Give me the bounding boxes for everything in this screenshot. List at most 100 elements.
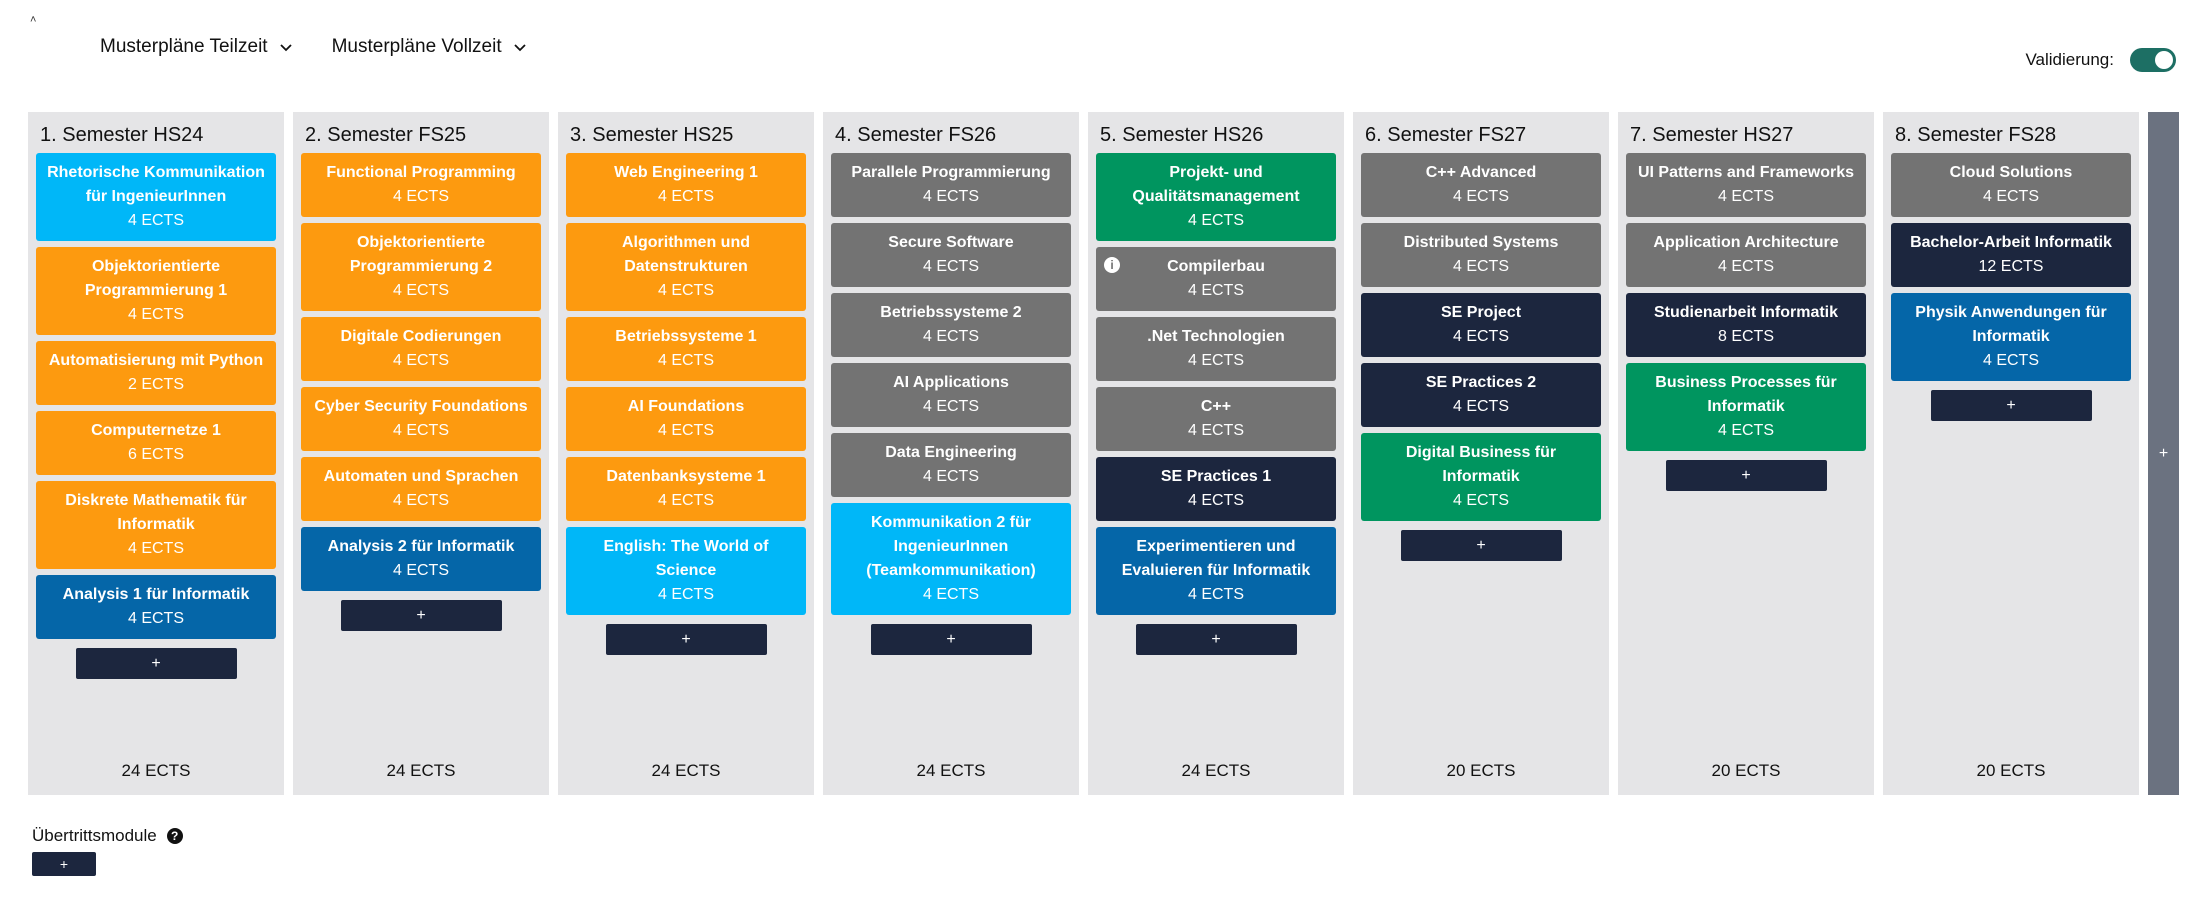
semester-title: 5. Semester HS26 [1100, 124, 1264, 146]
module-card[interactable]: C++ Advanced 4 ECTS [1361, 153, 1601, 217]
module-card[interactable]: Bachelor-Arbeit Informatik 12 ECTS [1891, 223, 2131, 287]
validation-control: Validierung: [2025, 48, 2176, 72]
module-card[interactable]: Functional Programming 4 ECTS [301, 153, 541, 217]
module-name: SE Practices 2 [1425, 374, 1537, 391]
module-card[interactable]: Data Engineering 4 ECTS [831, 433, 1071, 497]
module-card[interactable]: Application Architecture 4 ECTS [1626, 223, 1866, 287]
add-module-button[interactable]: + [605, 624, 767, 655]
module-card[interactable]: Computernetze 1 6 ECTS [36, 411, 276, 475]
module-list: Functional Programming 4 ECTS Objektorient… [301, 153, 541, 591]
module-card[interactable]: Parallele Programmierung 4 ECTS [831, 153, 1071, 217]
module-card[interactable]: Algorithmen und Datenstrukturen 4 ECTS [566, 223, 806, 311]
help-icon[interactable]: ? [166, 828, 183, 844]
module-card[interactable]: English: The World of Science 4 ECTS [566, 527, 806, 615]
module-card[interactable]: Physik Anwendungen für Informatik 4 ECTS [1891, 293, 2131, 381]
module-card[interactable]: Rhetorische Kommunikation für IngenieurI… [36, 153, 276, 241]
module-name: Betriebssysteme 2 [880, 304, 1022, 321]
module-name: Physik Anwendungen für Informatik [1915, 304, 2107, 345]
module-card[interactable]: Projekt- und Qualitätsmanagement 4 ECTS [1096, 153, 1336, 241]
module-card[interactable]: C++ 4 ECTS [1096, 387, 1336, 451]
module-name: Business Processes für Informatik [1655, 374, 1837, 415]
module-ects: 4 ECTS [1452, 492, 1509, 509]
module-card[interactable]: AI Applications 4 ECTS [831, 363, 1071, 427]
module-ects: 4 ECTS [657, 586, 714, 603]
module-card[interactable]: Cloud Solutions 4 ECTS [1891, 153, 2131, 217]
validation-toggle[interactable] [2130, 48, 2176, 72]
module-name: Distributed Systems [1403, 234, 1559, 251]
module-card[interactable]: Objektorientierte Programmierung 1 4 ECTS [36, 247, 276, 335]
add-semester-button[interactable]: + [2148, 112, 2179, 795]
module-card[interactable]: Datenbanksysteme 1 4 ECTS [566, 457, 806, 521]
add-module-button[interactable]: + [1930, 390, 2092, 421]
module-card[interactable]: Digitale Codierungen 4 ECTS [301, 317, 541, 381]
module-name: Parallele Programmierung [851, 164, 1051, 181]
module-card[interactable]: Betriebssysteme 1 4 ECTS [566, 317, 806, 381]
module-card[interactable]: Secure Software 4 ECTS [831, 223, 1071, 287]
module-name: Diskrete Mathematik für Informatik [65, 492, 247, 533]
module-card[interactable]: UI Patterns and Frameworks 4 ECTS [1626, 153, 1866, 217]
semester-title: 1. Semester HS24 [40, 124, 204, 146]
module-card[interactable]: Analysis 2 für Informatik 4 ECTS [301, 527, 541, 591]
collapse-caret-icon[interactable]: ˄ [30, 14, 36, 26]
module-name: Functional Programming [326, 164, 516, 181]
module-card[interactable]: Digital Business für Informatik 4 ECTS [1361, 433, 1601, 521]
add-module-button[interactable]: + [870, 624, 1032, 655]
module-card[interactable]: Betriebssysteme 2 4 ECTS [831, 293, 1071, 357]
module-ects: 4 ECTS [1982, 188, 2039, 205]
module-card[interactable]: Studienarbeit Informatik 8 ECTS [1626, 293, 1866, 357]
module-list: C++ Advanced 4 ECTS Distributed Systems 4 E… [1361, 153, 1601, 521]
semester-ects-total: 24 ECTS [651, 761, 721, 780]
module-card[interactable]: SE Practices 1 4 ECTS [1096, 457, 1336, 521]
module-ects: 4 ECTS [657, 352, 714, 369]
semester-title: 6. Semester FS27 [1365, 124, 1527, 146]
module-card[interactable]: .Net Technologien 4 ECTS [1096, 317, 1336, 381]
module-name: Application Architecture [1653, 234, 1839, 251]
module-ects: 4 ECTS [1452, 328, 1509, 345]
module-card[interactable]: Distributed Systems 4 ECTS [1361, 223, 1601, 287]
module-list: Projekt- und Qualitätsmanagement 4 ECTS i C… [1096, 153, 1336, 615]
module-card[interactable]: i Compilerbau 4 ECTS [1096, 247, 1336, 311]
module-card[interactable]: SE Project 4 ECTS [1361, 293, 1601, 357]
module-card[interactable]: Objektorientierte Programmierung 2 4 ECTS [301, 223, 541, 311]
module-name: Digital Business für Informatik [1405, 444, 1557, 485]
semester-title: 3. Semester HS25 [570, 124, 734, 146]
module-card[interactable]: Web Engineering 1 4 ECTS [566, 153, 806, 217]
semester-ects-total: 24 ECTS [386, 761, 456, 780]
module-name: AI Applications [893, 374, 1009, 391]
info-icon[interactable]: i [1104, 257, 1120, 273]
module-ects: 4 ECTS [1187, 586, 1244, 603]
module-card[interactable]: Automatisierung mit Python 2 ECTS [36, 341, 276, 405]
module-ects: 4 ECTS [1187, 352, 1244, 369]
add-module-button[interactable]: + [1135, 624, 1297, 655]
module-ects: 4 ECTS [127, 540, 184, 557]
module-name: Analysis 1 für Informatik [62, 586, 250, 603]
module-ects: 4 ECTS [922, 398, 979, 415]
module-ects: 4 ECTS [1187, 282, 1244, 299]
add-module-button[interactable]: + [75, 648, 237, 679]
module-card[interactable]: SE Practices 2 4 ECTS [1361, 363, 1601, 427]
add-module-button[interactable]: + [340, 600, 502, 631]
add-module-button[interactable]: + [1400, 530, 1562, 561]
add-module-button[interactable]: + [1665, 460, 1827, 491]
module-card[interactable]: Cyber Security Foundations 4 ECTS [301, 387, 541, 451]
module-card[interactable]: Analysis 1 für Informatik 4 ECTS [36, 575, 276, 639]
semester-title: 7. Semester HS27 [1630, 124, 1794, 146]
semester-ects-total: 24 ECTS [1181, 761, 1251, 780]
module-ects: 6 ECTS [127, 446, 184, 463]
module-card[interactable]: Business Processes für Informatik 4 ECTS [1626, 363, 1866, 451]
module-list: Rhetorische Kommunikation für IngenieurI… [36, 153, 276, 639]
add-transfer-module-button[interactable]: + [32, 852, 96, 876]
semester-column: 8. Semester FS28 Cloud Solutions 4 ECTS Bac… [1883, 112, 2139, 795]
module-card[interactable]: Experimentieren und Evaluieren für Infor… [1096, 527, 1336, 615]
toggle-knob [2155, 51, 2173, 69]
module-card[interactable]: Kommunikation 2 für IngenieurInnen (Team… [831, 503, 1071, 615]
semester-ects-total: 24 ECTS [916, 761, 986, 780]
module-name: Betriebssysteme 1 [615, 328, 757, 345]
module-name: SE Practices 1 [1160, 468, 1272, 485]
module-card[interactable]: Diskrete Mathematik für Informatik 4 ECTS [36, 481, 276, 569]
module-name: C++ [1200, 398, 1232, 415]
module-card[interactable]: AI Foundations 4 ECTS [566, 387, 806, 451]
module-card[interactable]: Automaten und Sprachen 4 ECTS [301, 457, 541, 521]
nav-musterplaene-teilzeit[interactable]: Musterpläne Teilzeit [100, 36, 294, 58]
nav-musterplaene-vollzeit[interactable]: Musterpläne Vollzeit [332, 36, 528, 58]
